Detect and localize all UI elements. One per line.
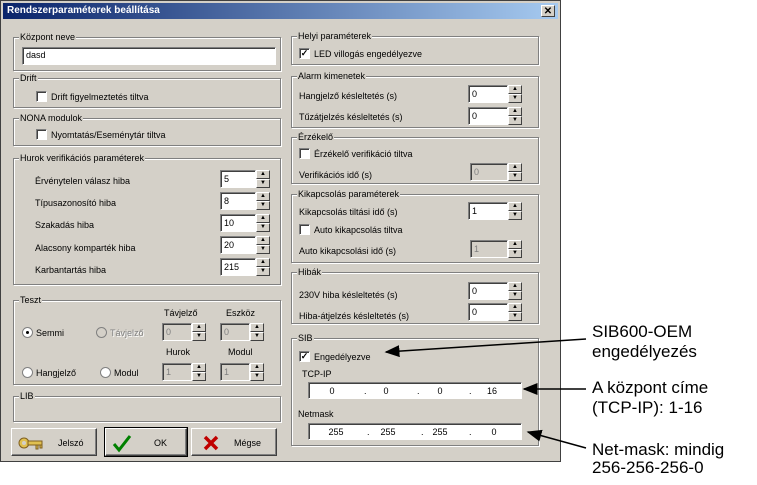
annotation-ip-line1: A központ címe: [592, 378, 709, 397]
annotation-sib-line2: engedélyezés: [592, 342, 697, 361]
annotation-mask-line1: Net-mask: mindig: [592, 440, 725, 459]
annotation-mask-line2: 256-256-256-0: [592, 458, 704, 477]
arrow-mask: [526, 429, 587, 449]
annotation-sib-line1: SIB600-OEM: [592, 322, 693, 341]
arrow-sib: [384, 338, 587, 358]
annotation-ip-line2: (TCP-IP): 1-16: [592, 398, 703, 417]
